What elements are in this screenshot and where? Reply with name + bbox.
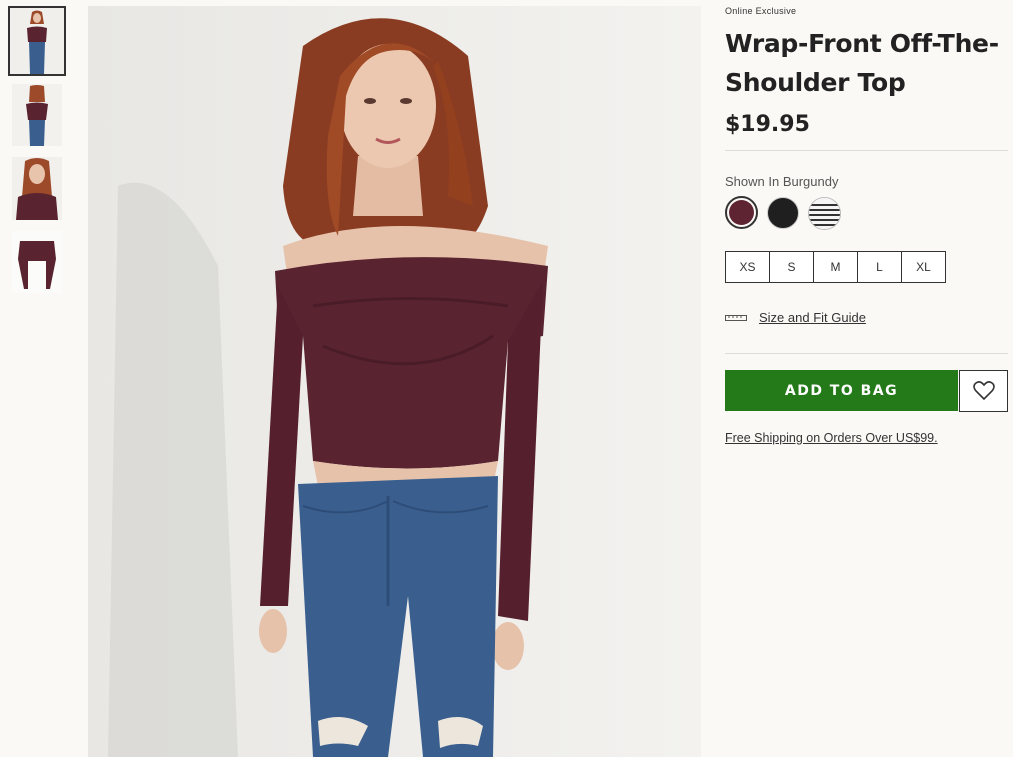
thumbnail-flatlay[interactable]	[12, 231, 62, 293]
thumbnail-back-image	[12, 84, 62, 146]
size-m[interactable]: M	[813, 251, 858, 283]
swatch-burgundy-fill	[729, 200, 754, 225]
model-illustration	[88, 6, 701, 757]
product-title: Wrap-Front Off-The-Shoulder Top	[725, 29, 999, 97]
swatch-black[interactable]	[767, 197, 799, 229]
color-label: Shown In Burgundy	[725, 174, 839, 189]
swatch-stripe[interactable]	[808, 197, 841, 230]
thumbnail-front[interactable]	[8, 6, 66, 76]
main-product-image	[88, 6, 701, 757]
swatch-burgundy[interactable]	[725, 196, 758, 229]
divider	[725, 150, 1008, 151]
heart-icon	[972, 381, 995, 401]
add-to-bag-button[interactable]: ADD TO BAG	[725, 370, 958, 411]
thumbnail-closeup-image	[12, 157, 62, 220]
stripe-pattern-icon	[809, 198, 840, 229]
wishlist-button[interactable]	[959, 370, 1008, 412]
size-l[interactable]: L	[857, 251, 902, 283]
free-shipping-link[interactable]: Free Shipping on Orders Over US$99.	[725, 431, 938, 445]
thumbnail-closeup[interactable]	[12, 157, 62, 220]
product-price: $19.95	[725, 112, 810, 137]
divider	[725, 353, 1008, 354]
size-guide-label: Size and Fit Guide	[759, 310, 866, 325]
thumbnail-front-image	[10, 8, 64, 74]
size-selector: XS S M L XL	[725, 251, 946, 283]
online-exclusive-badge: Online Exclusive	[725, 6, 797, 16]
thumbnail-flatlay-image	[12, 231, 62, 293]
size-xs[interactable]: XS	[725, 251, 770, 283]
size-guide-link[interactable]: Size and Fit Guide	[725, 310, 866, 325]
size-s[interactable]: S	[769, 251, 814, 283]
ruler-icon	[725, 314, 747, 321]
thumbnail-back[interactable]	[12, 84, 62, 146]
size-xl[interactable]: XL	[901, 251, 946, 283]
